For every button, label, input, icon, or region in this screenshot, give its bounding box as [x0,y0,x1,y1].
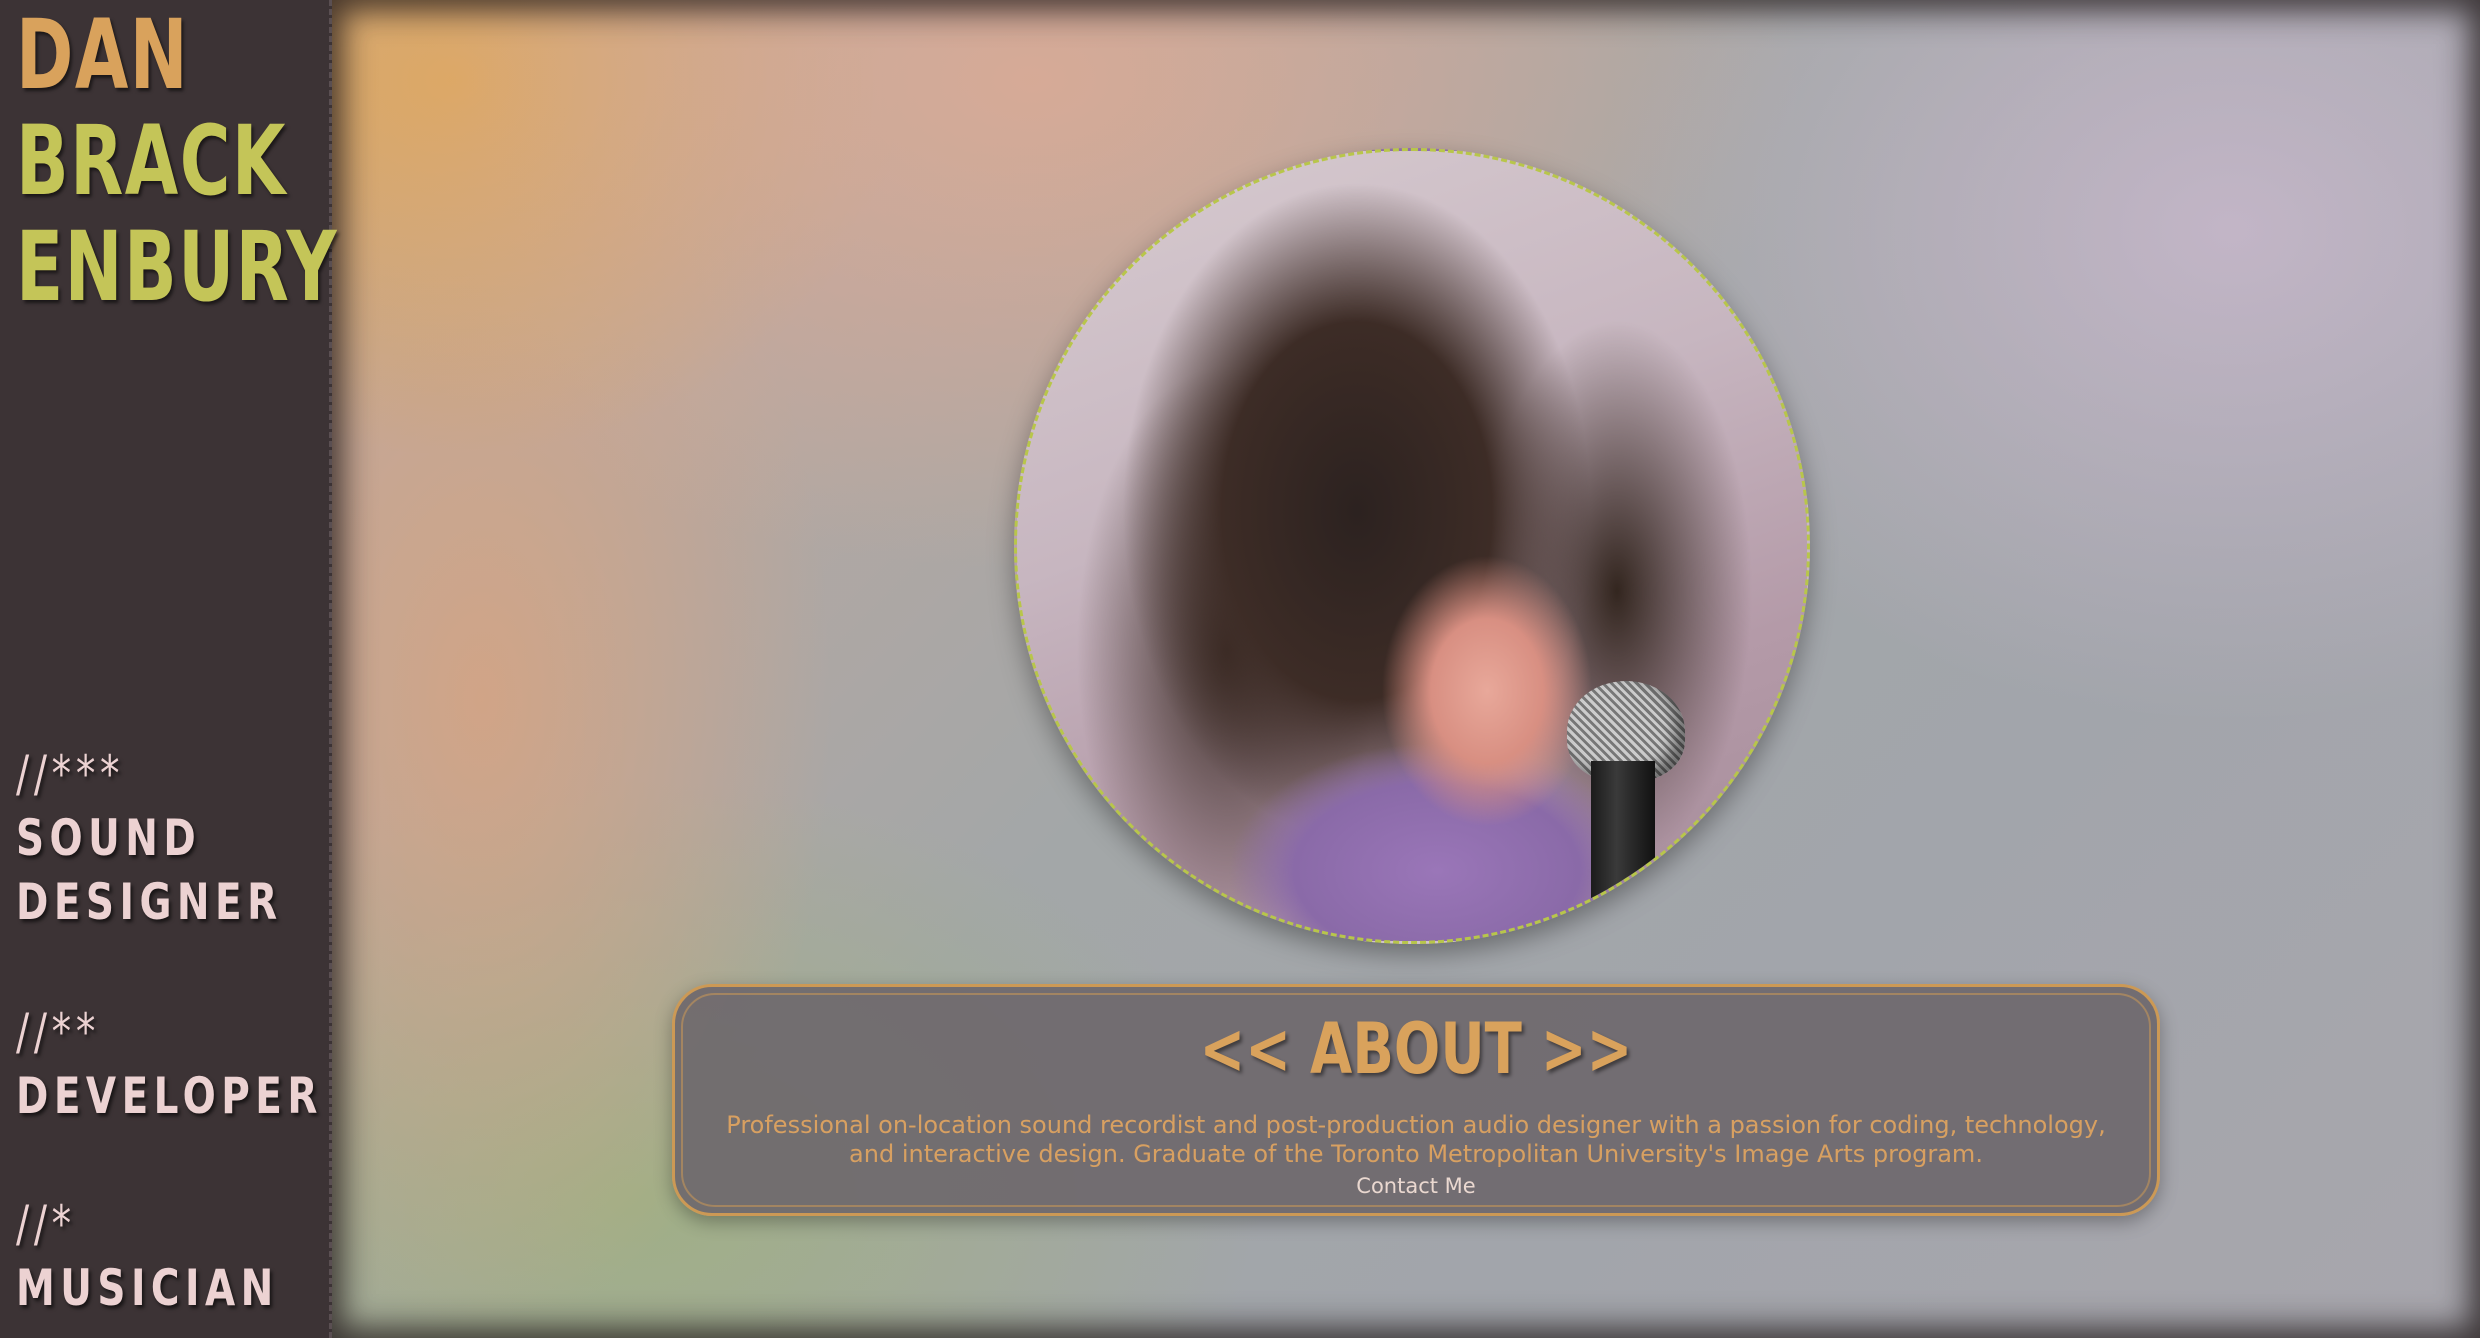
role-label-line: DEVELOPER [16,1067,323,1125]
contact-link[interactable]: Contact Me [675,1173,2157,1199]
nav-item-developer[interactable]: //** DEVELOPER [16,1000,409,1128]
name-line-1: DAN [16,0,190,111]
nav-item-sound-designer[interactable]: //*** SOUND DESIGNER [16,742,358,934]
role-rating: //*** [16,745,125,803]
about-card: << ABOUT >> Professional on-location sou… [672,984,2160,1216]
role-label-line: MUSICIAN [16,1259,279,1317]
role-rating: //** [16,1003,101,1061]
site-name[interactable]: DAN BRACK ENBURY [16,2,338,320]
nav-item-musician[interactable]: //* MUSICIAN [16,1192,353,1320]
about-description: Professional on-location sound recordist… [726,1111,2106,1168]
role-label-line: SOUND [16,809,202,867]
main-content: << ABOUT >> Professional on-location sou… [332,0,2480,1338]
sidebar: DAN BRACK ENBURY //*** SOUND DESIGNER //… [0,0,337,1338]
role-label-line: DESIGNER [16,873,283,931]
about-title: << ABOUT >> [1199,1008,1633,1090]
name-line-2: BRACK [16,105,287,217]
profile-photo [1014,148,1810,944]
microphone-body-graphic [1591,761,1655,941]
role-rating: //* [16,1195,76,1253]
name-line-3: ENBURY [16,211,339,323]
